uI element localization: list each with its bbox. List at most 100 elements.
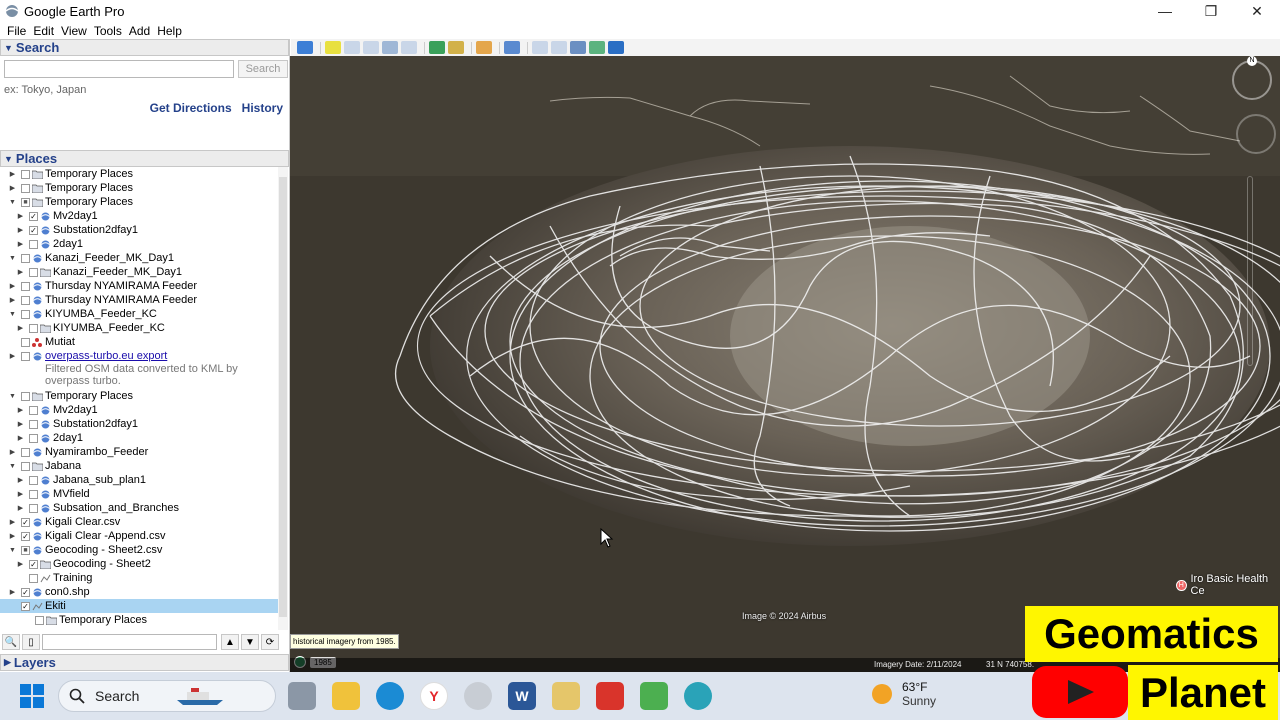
zoom-slider[interactable] — [1247, 176, 1253, 366]
visibility-checkbox[interactable]: ✓ — [21, 517, 30, 527]
visibility-checkbox[interactable]: ✓ — [29, 225, 38, 235]
visibility-checkbox[interactable] — [21, 461, 30, 471]
tree-item[interactable]: ▶ Thursday NYAMIRAMA Feeder — [0, 279, 278, 293]
move-up-icon[interactable]: ▲ — [221, 634, 239, 650]
earth-gallery-icon[interactable] — [608, 41, 624, 54]
visibility-checkbox[interactable] — [21, 447, 30, 457]
menu-help[interactable]: Help — [157, 24, 182, 38]
expand-arrow-icon[interactable]: ▶ — [16, 476, 25, 484]
add-path-icon[interactable] — [363, 41, 379, 54]
visibility-checkbox[interactable] — [21, 391, 30, 401]
maps-app-icon[interactable] — [552, 682, 580, 710]
visibility-checkbox[interactable] — [21, 253, 30, 263]
tree-item[interactable]: ▶ Subsation_and_Branches — [0, 501, 278, 515]
taskbar-search[interactable]: Search — [58, 680, 276, 712]
expand-arrow-icon[interactable]: ▶ — [16, 324, 25, 332]
visibility-checkbox[interactable] — [29, 323, 38, 333]
map-view[interactable]: N H Iro Basic Health Ce Image © 2024 Air… — [290, 56, 1280, 672]
collapse-arrow-icon[interactable]: ▼ — [8, 255, 17, 262]
tree-item[interactable]: ▶ Mv2day1 — [0, 403, 278, 417]
tree-item[interactable]: ▶ ✓ Geocoding - Sheet2 — [0, 557, 278, 571]
visibility-checkbox[interactable] — [29, 405, 38, 415]
hide-sidebar-icon[interactable] — [297, 41, 313, 54]
expand-arrow-icon[interactable]: ▶ — [8, 352, 17, 360]
visibility-checkbox[interactable] — [29, 475, 38, 485]
tree-item[interactable]: ▼ ■ Geocoding - Sheet2.csv — [0, 543, 278, 557]
move-down-icon[interactable]: ▼ — [241, 634, 259, 650]
ruler-icon[interactable] — [504, 41, 520, 54]
compass-control[interactable]: N — [1232, 56, 1272, 100]
print-icon[interactable] — [551, 41, 567, 54]
maximize-button[interactable]: ❐ — [1188, 0, 1234, 22]
tree-item[interactable]: ▶ Thursday NYAMIRAMA Feeder — [0, 293, 278, 307]
collapse-arrow-icon[interactable]: ▼ — [8, 393, 17, 400]
tree-item[interactable]: ▶ Kanazi_Feeder_MK_Day1 — [0, 265, 278, 279]
expand-arrow-icon[interactable]: ▶ — [8, 282, 17, 290]
tree-item[interactable]: ▼ Jabana — [0, 459, 278, 473]
tree-item[interactable]: ▼ Kanazi_Feeder_MK_Day1 — [0, 251, 278, 265]
sunlight-icon[interactable] — [448, 41, 464, 54]
layers-panel-header[interactable]: ▶ Layers — [0, 654, 289, 671]
expand-arrow-icon[interactable]: ▶ — [8, 448, 17, 456]
tree-item[interactable]: ▶ ✓ Substation2dfay1 — [0, 223, 278, 237]
visibility-checkbox[interactable] — [21, 337, 30, 347]
tree-item[interactable]: ▶ Nyamirambo_Feeder — [0, 445, 278, 459]
visibility-checkbox[interactable]: ✓ — [29, 211, 38, 221]
weather-widget[interactable]: 63°F Sunny — [872, 680, 936, 708]
file-explorer-icon[interactable] — [332, 682, 360, 710]
visibility-checkbox[interactable]: ✓ — [21, 587, 30, 597]
tree-item[interactable]: ▶ 2day1 — [0, 237, 278, 251]
expand-arrow-icon[interactable]: ▶ — [16, 504, 25, 512]
view-in-maps-icon[interactable] — [589, 41, 605, 54]
close-button[interactable]: ✕ — [1234, 0, 1280, 22]
menu-edit[interactable]: Edit — [33, 24, 54, 38]
expand-arrow-icon[interactable]: ▶ — [16, 268, 25, 276]
menu-view[interactable]: View — [61, 24, 87, 38]
tree-item[interactable]: ▶ Substation2dfay1 — [0, 417, 278, 431]
expand-arrow-icon[interactable]: ▶ — [8, 296, 17, 304]
search-input[interactable] — [4, 60, 234, 78]
yandex-icon[interactable]: Y — [420, 682, 448, 710]
tree-item[interactable]: Temporary Places — [0, 613, 278, 627]
places-scrollbar[interactable] — [278, 167, 288, 630]
tree-item[interactable]: ▶ MVfield — [0, 487, 278, 501]
expand-arrow-icon[interactable]: ▶ — [16, 406, 25, 414]
look-joystick[interactable] — [1236, 114, 1276, 154]
save-image-icon[interactable] — [570, 41, 586, 54]
visibility-checkbox[interactable] — [21, 169, 30, 179]
places-filter-input[interactable] — [42, 634, 217, 650]
tree-item[interactable]: ▶ ✓ con0.shp — [0, 585, 278, 599]
expand-arrow-icon[interactable]: ▶ — [16, 420, 25, 428]
task-view-icon[interactable] — [288, 682, 316, 710]
historical-imagery-icon[interactable] — [429, 41, 445, 54]
visibility-checkbox[interactable] — [29, 433, 38, 443]
visibility-checkbox[interactable] — [21, 281, 30, 291]
tree-item[interactable]: ▼ ■ Temporary Places — [0, 195, 278, 209]
scrollbar-thumb[interactable] — [279, 177, 287, 617]
tree-item[interactable]: ▶ ✓ Kigali Clear.csv — [0, 515, 278, 529]
visibility-checkbox[interactable] — [21, 295, 30, 305]
search-panel-header[interactable]: ▼ Search — [0, 39, 289, 56]
tree-item[interactable]: ▶ KIYUMBA_Feeder_KC — [0, 321, 278, 335]
visibility-checkbox[interactable] — [35, 615, 44, 625]
tree-item[interactable]: ▶ Temporary Places — [0, 167, 278, 181]
visibility-checkbox[interactable] — [21, 309, 30, 319]
collapse-arrow-icon[interactable]: ▼ — [8, 199, 17, 206]
visibility-checkbox[interactable] — [21, 183, 30, 193]
windows-start-icon[interactable] — [20, 684, 44, 708]
collapse-arrow-icon[interactable]: ▼ — [8, 463, 17, 470]
tree-item[interactable]: Mutiat — [0, 335, 278, 349]
email-icon[interactable] — [532, 41, 548, 54]
visibility-checkbox[interactable] — [21, 351, 30, 361]
expand-arrow-icon[interactable]: ▶ — [8, 184, 17, 192]
tree-item[interactable]: ▶ Temporary Places — [0, 181, 278, 195]
toggle-panel-icon[interactable]: ▯ — [22, 634, 40, 650]
tree-item[interactable]: ▶ Jabana_sub_plan1 — [0, 473, 278, 487]
visibility-checkbox[interactable] — [29, 267, 38, 277]
add-placemark-icon[interactable] — [325, 41, 341, 54]
expand-arrow-icon[interactable]: ▶ — [8, 588, 17, 596]
collapse-arrow-icon[interactable]: ▼ — [8, 311, 17, 318]
expand-arrow-icon[interactable]: ▶ — [8, 518, 17, 526]
places-panel-header[interactable]: ▼ Places — [0, 150, 289, 167]
google-earth-icon[interactable] — [464, 682, 492, 710]
